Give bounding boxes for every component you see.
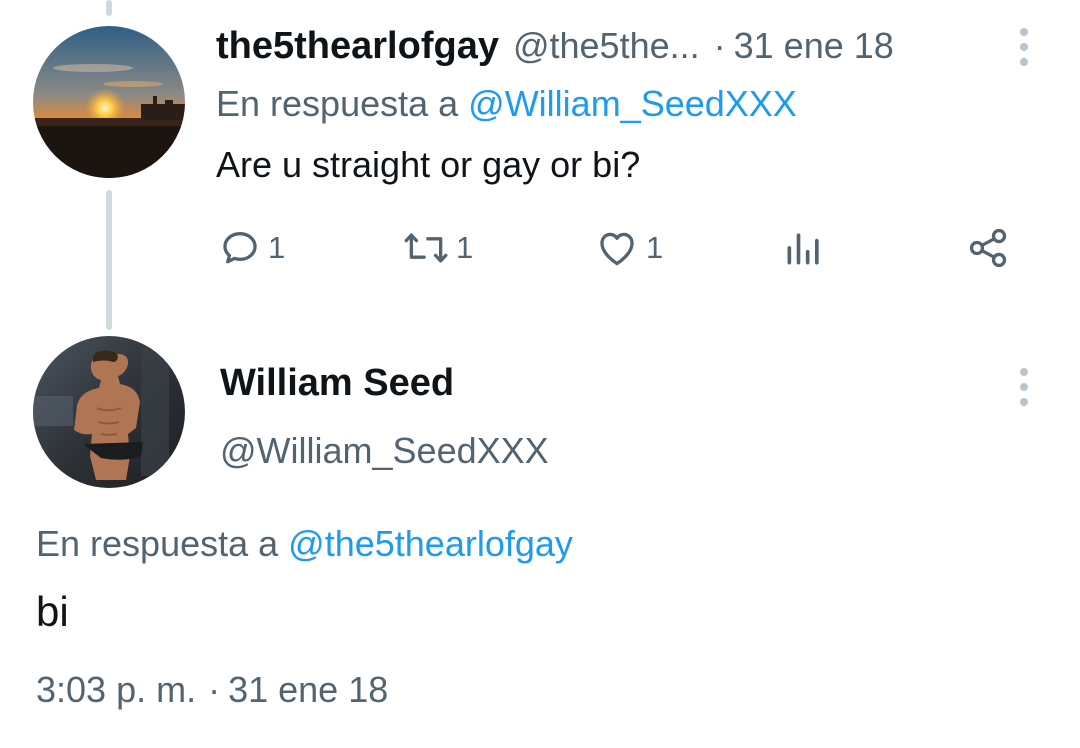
avatar[interactable] [33,26,185,178]
tweet-text: Are u straight or gay or bi? [216,144,641,185]
share-icon [969,228,1007,268]
reply-context: En respuesta a @William_SeedXXX [216,82,797,126]
separator-dot: · [208,669,221,710]
display-name[interactable]: the5thearlofgay [216,25,499,68]
share-button[interactable] [964,226,1012,270]
reply-mention-link[interactable]: @the5thearlofgay [288,523,573,565]
tweet-time[interactable]: 3:03 p. m. [36,669,196,711]
reply-count: 1 [268,230,286,265]
views-button[interactable] [782,226,826,270]
heart-icon [600,232,634,266]
views-chart-icon [787,233,819,265]
person-avatar-icon [33,336,185,488]
reply-button[interactable]: 1 [218,226,285,270]
retweet-button[interactable]: 1 [402,226,473,270]
like-count: 1 [646,230,664,265]
more-options-icon[interactable] [1018,28,1030,66]
thread-line-top [106,0,112,16]
handle[interactable]: @William_SeedXXX [220,430,549,472]
reply-context: En respuesta a @the5thearlofgay [36,522,573,566]
more-options-icon[interactable] [1018,368,1030,406]
like-button[interactable]: 1 [594,226,663,270]
tweet-timestamp: 3:03 p. m. · 31 ene 18 [36,668,388,712]
retweet-count: 1 [456,230,474,265]
tweet-date[interactable]: 31 ene 18 [228,669,388,711]
reply-prefix: En respuesta a [36,523,279,564]
thread-line-connector [106,190,112,330]
parent-tweet-header: the5thearlofgay @the5the... · 31 ene 18 [216,22,894,70]
tweet-text: bi [36,588,69,635]
display-name[interactable]: William Seed [220,362,454,405]
handle[interactable]: @the5the... [513,25,700,67]
sunset-avatar-icon [33,26,185,178]
reply-prefix: En respuesta a [216,83,459,124]
reply-icon [223,232,257,264]
reply-mention-link[interactable]: @William_SeedXXX [468,83,797,125]
separator-dot: · [713,25,726,66]
retweet-icon [404,233,448,263]
avatar[interactable] [33,336,185,488]
tweet-date[interactable]: 31 ene 18 [734,25,894,67]
